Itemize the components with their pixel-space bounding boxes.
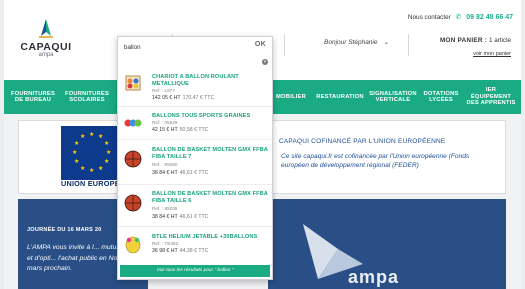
price-ttc: 46,61 € TTC [179, 170, 209, 176]
view-cart-link[interactable]: voir mon panier [473, 51, 511, 57]
chevron-down-icon: ⌄ [383, 39, 389, 46]
eu-title: CAPAQUI COFINANCÉ PAR L'UNION EUROPÉENNE [279, 138, 446, 145]
result-ref: Ref. : 85035 [152, 206, 178, 211]
logo-sail-icon [39, 19, 53, 38]
result-ref: Ref. : TB482 [152, 241, 179, 246]
nav-item-dotations[interactable]: DOTATIONS LYCÉES [421, 80, 461, 114]
page: CAPAQUI ampa Nous contacter ✆ 09 82 48 6… [4, 0, 521, 289]
cart-label: MON PANIER : [439, 37, 488, 44]
price-ht: 42 15 € HT [152, 127, 178, 133]
product-thumbnail [124, 119, 142, 127]
phone-icon: ✆ [455, 14, 462, 21]
result-price: 38 84 € HT 46,61 € TTC [152, 170, 208, 176]
phone-number[interactable]: 09 82 48 66 47 [466, 14, 513, 21]
header-divider [284, 34, 285, 56]
star-icon: ★ [104, 141, 110, 147]
product-thumbnail [125, 75, 141, 91]
star-icon: ★ [72, 150, 78, 156]
account-menu[interactable]: Bonjour Stéphanie ⌄ [324, 38, 389, 46]
price-ttc: 170,47 € TTC [182, 95, 215, 101]
nav-item-signalisation[interactable]: SIGNALISATION VERTICALE [367, 80, 419, 114]
news-date: JOURNÉE DU 16 MARS 20 [27, 227, 102, 233]
eu-text: Ce site capaqui.fr est cofinancée par l'… [281, 153, 470, 169]
result-title: CHARIOT A BALLON ROULANT METALLIQUE [152, 74, 239, 87]
price-ht: 142 05 € HT [152, 95, 181, 101]
see-all-results-button[interactable]: Voir tous les résultats pour " ballon " [120, 265, 270, 277]
search-result-item[interactable]: BALLON DE BASKET MOLTEN GMX FFBA FIBA TA… [118, 187, 272, 227]
greeting-text: Bonjour Stéphanie [324, 39, 378, 46]
eu-flag: ★ ★ ★ ★ ★ ★ ★ ★ ★ ★ ★ ★ [61, 126, 123, 180]
header-divider [408, 34, 409, 56]
promo-banner[interactable]: ampa [268, 199, 506, 289]
product-thumbnail [124, 150, 142, 168]
star-icon: ★ [80, 134, 86, 140]
price-ht: 38 84 € HT [152, 170, 178, 176]
search-result-item[interactable]: BALLONS TOUS SPORTS GRAINES Ref. : 05629… [118, 109, 272, 140]
promo-text: ampa [348, 267, 400, 287]
star-icon: ★ [106, 150, 112, 156]
star-icon: ★ [74, 141, 80, 147]
nav-item-fournitures-bureau[interactable]: FOURNITURES DE BUREAU [8, 80, 58, 114]
result-title: BALLON DE BASKET MOLTEN GMX FFBA FIBA TA… [152, 191, 268, 204]
site-logo[interactable]: CAPAQUI ampa [16, 18, 76, 58]
nav-item-equipement[interactable]: IER ÉQUIPEMENT DES APPRENTIS [465, 80, 517, 114]
nav-item-label: ÉQUIPEMENT DES APPRENTIS [466, 93, 516, 107]
search-result-item[interactable]: CHARIOT A BALLON ROULANT METALLIQUE Ref.… [118, 69, 272, 107]
nav-item-mobilier[interactable]: MOBILIER [269, 80, 313, 114]
search-result-item[interactable]: BTLE HELIUM JETABLE +30BALLONS Ref. : TB… [118, 231, 272, 263]
price-ttc: 44,38 € TTC [179, 248, 209, 254]
star-icon: ★ [89, 132, 95, 138]
result-title: BALLONS TOUS SPORTS GRAINES [152, 113, 251, 119]
price-ht: 36 98 € HT [152, 248, 178, 254]
product-thumbnail [124, 194, 142, 212]
nav-item-restauration[interactable]: RESTAURATION [314, 80, 366, 114]
result-price: 36 98 € HT 44,38 € TTC [152, 248, 208, 254]
search-result-item[interactable]: BALLON DE BASKET MOLTEN GMX FFBA FIBA TA… [118, 143, 272, 185]
price-ht: 38 84 € HT [152, 214, 178, 220]
product-thumbnail [125, 236, 141, 254]
result-price: 42 15 € HT 50,58 € TTC [152, 127, 208, 133]
cart-count: 1 article [488, 37, 511, 44]
search-submit-button[interactable]: OK [255, 41, 266, 48]
clear-icon[interactable]: × [262, 59, 268, 65]
result-ref: Ref. : L977 [152, 88, 175, 93]
price-ttc: 50,58 € TTC [179, 127, 209, 133]
cart-summary: MON PANIER : 1 article [440, 37, 511, 44]
star-icon: ★ [104, 159, 110, 165]
nav-item-fournitures-scolaires[interactable]: FOURNITURES SCOLAIRES [62, 80, 112, 114]
star-icon: ★ [89, 168, 95, 174]
star-icon: ★ [80, 166, 86, 172]
result-price: 38 84 € HT 46,61 € TTC [152, 214, 208, 220]
result-title: BTLE HELIUM JETABLE +30BALLONS [152, 234, 258, 240]
search-dropdown: OK × CHARIOT A BALLON ROULANT METALLIQUE… [117, 36, 273, 280]
price-ttc: 46,61 € TTC [179, 214, 209, 220]
star-icon: ★ [98, 134, 104, 140]
result-title: BALLON DE BASKET MOLTEN GMX FFBA FIBA TA… [152, 147, 268, 160]
search-input[interactable] [124, 41, 244, 53]
result-price: 142 05 € HT 170,47 € TTC [152, 95, 214, 101]
star-icon: ★ [74, 159, 80, 165]
result-ref: Ref. : 85050 [152, 162, 178, 167]
star-icon: ★ [98, 166, 104, 172]
contact-line[interactable]: Nous contacter ✆ 09 82 48 66 47 [408, 13, 513, 21]
contact-label: Nous contacter [407, 14, 451, 21]
result-ref: Ref. : 05629 [152, 120, 178, 125]
